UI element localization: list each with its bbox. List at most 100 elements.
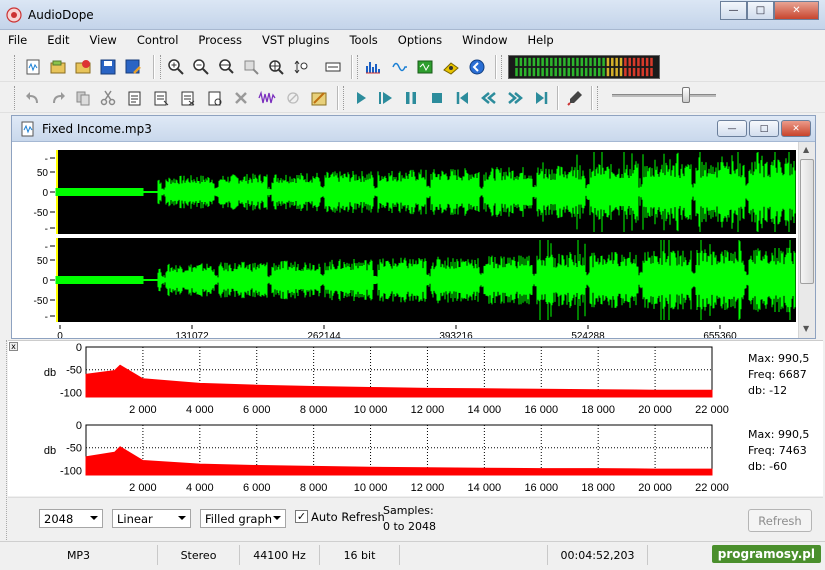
toolbar-grip[interactable] — [14, 55, 17, 79]
paste-button[interactable] — [124, 87, 146, 109]
menu-edit[interactable]: Edit — [47, 33, 69, 47]
zoom-in-icon — [168, 59, 184, 75]
zoom-in-button[interactable] — [165, 56, 187, 78]
zoom-vertical-button[interactable] — [290, 56, 312, 78]
open-file-button[interactable] — [47, 56, 69, 78]
toolbar-grip[interactable] — [501, 55, 504, 79]
waveform-display[interactable]: -500-50--500-50-0 131072 262144 393216 52428… — [18, 150, 796, 338]
menu-tools[interactable]: Tools — [349, 33, 377, 47]
toolbar-grip[interactable] — [597, 86, 600, 110]
go-end-button[interactable] — [530, 87, 552, 109]
record-icon — [567, 91, 582, 106]
menu-options[interactable]: Options — [398, 33, 442, 47]
title-bar[interactable]: AudioDope — □ ✕ — [0, 0, 825, 30]
zoom-horizontal-button[interactable] — [215, 56, 237, 78]
rewind-button[interactable] — [478, 87, 500, 109]
status-bits: 16 bit — [320, 545, 400, 565]
vst-button[interactable] — [414, 56, 436, 78]
paste-special-button[interactable] — [204, 87, 226, 109]
new-file-icon — [26, 59, 40, 75]
copy-button[interactable] — [72, 87, 94, 109]
mix-paste-button[interactable] — [177, 87, 199, 109]
menu-view[interactable]: View — [90, 33, 117, 47]
meter-segment — [615, 67, 618, 77]
scale-value: Linear — [117, 511, 153, 526]
fft-size-select[interactable]: 2048 — [39, 509, 103, 528]
save-button[interactable] — [97, 56, 119, 78]
zoom-all-button[interactable] — [265, 56, 287, 78]
trim-button[interactable] — [256, 87, 278, 109]
wave-button[interactable] — [389, 56, 411, 78]
vertical-scrollbar[interactable]: ▲ ▼ — [798, 142, 815, 338]
cut-button[interactable] — [97, 87, 119, 109]
fast-forward-button[interactable] — [504, 87, 526, 109]
spectrum-button[interactable] — [362, 56, 384, 78]
maximize-button[interactable]: □ — [747, 1, 774, 20]
toolbar-grip[interactable] — [14, 86, 17, 110]
minimize-button[interactable]: — — [720, 1, 747, 20]
scale-select[interactable]: Linear — [112, 509, 191, 528]
spectrum-x-tick: 10 000 — [354, 482, 388, 494]
spectrum-x-tick: 8 000 — [300, 404, 328, 416]
menu-bar: File Edit View Control Process VST plugi… — [0, 30, 825, 50]
paste-new-icon — [154, 91, 169, 106]
toolbar-separator — [337, 86, 339, 110]
app-logo-icon — [6, 7, 22, 23]
app-title: AudioDope — [28, 8, 94, 22]
scrollbar-thumb[interactable] — [800, 159, 814, 284]
menu-file[interactable]: File — [8, 33, 27, 47]
toolbar-grip[interactable] — [343, 86, 346, 110]
panel-splitter[interactable] — [0, 340, 7, 540]
scroll-up-icon[interactable]: ▲ — [803, 145, 809, 154]
trim-icon — [258, 90, 276, 104]
refresh-button[interactable]: Refresh — [748, 509, 812, 532]
volume-slider[interactable] — [612, 94, 716, 97]
play-button[interactable] — [350, 87, 372, 109]
menu-window[interactable]: Window — [462, 33, 507, 47]
zoom-select-button[interactable] — [240, 56, 262, 78]
marker-button[interactable] — [308, 87, 330, 109]
paste-new-button[interactable] — [150, 87, 172, 109]
spectrum-y-tick: 0 — [76, 342, 82, 354]
timeline-tick: 131072 — [175, 331, 209, 338]
auto-refresh-checkbox[interactable]: ✓ — [295, 510, 308, 523]
wave-y-tick: 0 — [42, 188, 48, 199]
graph-mode-select[interactable]: Filled graph — [200, 509, 286, 528]
delete-button[interactable] — [230, 87, 252, 109]
doc-close-button[interactable]: ✕ — [781, 120, 811, 137]
info-button[interactable] — [466, 56, 488, 78]
save-as-icon — [125, 59, 141, 74]
menu-control[interactable]: Control — [137, 33, 179, 47]
menu-vst-plugins[interactable]: VST plugins — [262, 33, 329, 47]
silence-icon — [287, 92, 299, 104]
toolbar-grip[interactable] — [160, 55, 163, 79]
close-file-icon — [75, 60, 91, 74]
silence-button[interactable] — [282, 87, 304, 109]
redo-button[interactable] — [47, 87, 69, 109]
samples-range: 0 to 2048 — [383, 520, 437, 533]
toolbar-grip[interactable] — [357, 55, 360, 79]
doc-maximize-button[interactable]: □ — [749, 120, 779, 137]
record-button[interactable] — [564, 87, 586, 109]
zoom-out-button[interactable] — [190, 56, 212, 78]
volume-slider-thumb[interactable] — [682, 87, 691, 103]
menu-process[interactable]: Process — [198, 33, 242, 47]
new-file-button[interactable] — [22, 56, 44, 78]
go-start-button[interactable] — [452, 87, 474, 109]
menu-help[interactable]: Help — [528, 33, 554, 47]
close-file-button[interactable] — [72, 56, 94, 78]
fit-button[interactable] — [322, 56, 344, 78]
doc-minimize-button[interactable]: — — [717, 120, 747, 137]
wave-y-tick: 0 — [42, 276, 48, 287]
play-loop-button[interactable] — [375, 87, 397, 109]
pause-button[interactable] — [400, 87, 422, 109]
marker-icon — [311, 92, 327, 106]
document-title-bar[interactable]: Fixed Income.mp3 — □ ✕ — [12, 116, 815, 142]
stop-button[interactable] — [426, 87, 448, 109]
undo-button[interactable] — [22, 87, 44, 109]
close-button[interactable]: ✕ — [774, 1, 819, 20]
scroll-down-icon[interactable]: ▼ — [803, 324, 809, 333]
spectrum-x-tick: 16 000 — [524, 404, 558, 416]
cd-button[interactable] — [440, 56, 462, 78]
save-as-button[interactable] — [122, 56, 144, 78]
